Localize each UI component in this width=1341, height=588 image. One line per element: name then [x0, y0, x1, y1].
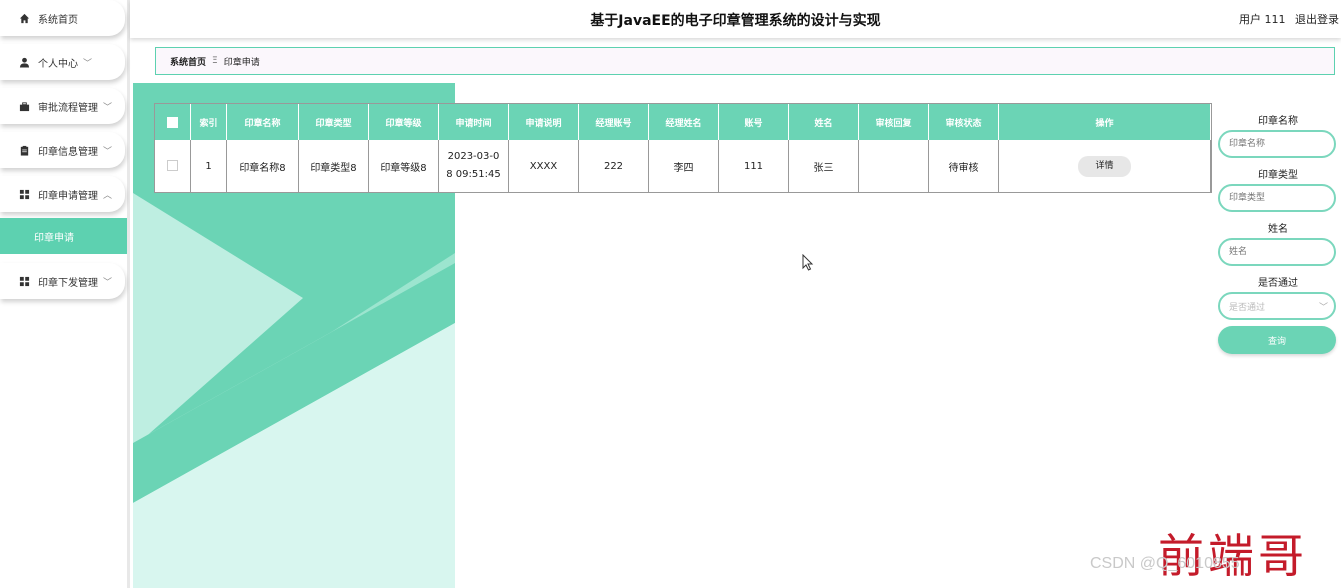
search-button[interactable]: 查询: [1218, 326, 1336, 354]
approved-select-placeholder: 是否通过: [1229, 302, 1266, 313]
cell-status: 待审核: [928, 140, 999, 192]
cell-username: 张三: [788, 140, 859, 192]
seal-type-label: 印章类型: [1258, 170, 1298, 181]
cell-account: 111: [718, 140, 789, 192]
row-select-cell[interactable]: [155, 140, 191, 192]
header: 基于JavaEE的电子印章管理系统的设计与实现 用户 111 退出登录: [130, 0, 1341, 38]
grid-icon: [18, 188, 30, 200]
user-name: 用户 111: [1239, 13, 1286, 26]
search-panel: 印章名称 印章类型 姓名 是否通过 是否通过 ﹀ 查询: [1218, 104, 1338, 354]
sidebar-item-home[interactable]: 系统首页: [0, 0, 125, 36]
logo-watermark: 前端哥: [1158, 529, 1308, 583]
cell-apply-desc: XXXX: [508, 140, 579, 192]
column-header: 经理账号: [578, 104, 649, 140]
approved-select[interactable]: 是否通过 ﹀: [1218, 292, 1336, 320]
chevron-down-icon: ﹀: [83, 58, 93, 69]
cell-seal-name: 印章名称8: [226, 140, 299, 192]
sidebar-subitem-seal-apply[interactable]: 印章申请: [0, 218, 127, 254]
column-header: 印章名称: [226, 104, 299, 140]
briefcase-icon: [18, 100, 30, 112]
sidebar-item-approval[interactable]: 审批流程管理 ﹀: [0, 88, 125, 124]
username-label: 姓名: [1268, 224, 1288, 235]
column-header: 操作: [998, 104, 1211, 140]
row-checkbox[interactable]: [167, 160, 178, 172]
cell-apply-time: 2023-03-0 8 09:51:45: [438, 140, 509, 192]
breadcrumb-current: 印章申请: [223, 57, 260, 68]
cell-seal-type: 印章类型8: [298, 140, 369, 192]
sidebar-item-label: 印章申请管理: [38, 190, 98, 202]
cell-manager-account: 222: [578, 140, 649, 192]
sidebar-item-seal-issue[interactable]: 印章下发管理 ﹀: [0, 263, 125, 299]
cell-manager-name: 李四: [648, 140, 719, 192]
logout-link[interactable]: 退出登录: [1295, 13, 1339, 26]
page-title: 基于JavaEE的电子印章管理系统的设计与实现: [590, 13, 881, 29]
approved-label: 是否通过: [1258, 278, 1298, 289]
table-row: 1 印章名称8 印章类型8 印章等级8 2023-03-0 8 09:51:45…: [155, 140, 1211, 192]
table-header-row: 索引 印章名称 印章类型 印章等级 申请时间 申请说明 经理账号 经理姓名 账号…: [155, 104, 1211, 140]
user-info: 用户 111 退出登录: [1233, 11, 1339, 27]
sidebar-subitem-label: 印章申请: [34, 232, 74, 244]
user-icon: [18, 56, 30, 68]
breadcrumb: 系统首页 Ξ 印章申请: [155, 47, 1335, 75]
chevron-down-icon: ﹀: [103, 277, 113, 288]
sidebar-item-label: 系统首页: [38, 14, 78, 26]
chevron-down-icon: ﹀: [1318, 302, 1328, 313]
cell-actions: 详情: [998, 140, 1211, 192]
column-header: 申请说明: [508, 104, 579, 140]
column-header: 经理姓名: [648, 104, 719, 140]
chevron-up-icon: ︿: [103, 190, 113, 201]
clipboard-icon: [18, 144, 30, 156]
select-all-header[interactable]: [155, 104, 191, 140]
column-header: 审核状态: [928, 104, 999, 140]
home-icon: [18, 12, 30, 24]
sidebar-item-seal-info[interactable]: 印章信息管理 ﹀: [0, 132, 125, 168]
select-all-checkbox[interactable]: [167, 116, 178, 128]
sidebar-item-profile[interactable]: 个人中心 ﹀: [0, 44, 125, 80]
column-header: 印章类型: [298, 104, 369, 140]
seal-name-input[interactable]: [1218, 130, 1336, 158]
cell-seal-level: 印章等级8: [368, 140, 439, 192]
data-table: 索引 印章名称 印章类型 印章等级 申请时间 申请说明 经理账号 经理姓名 账号…: [155, 104, 1211, 192]
breadcrumb-separator: Ξ: [212, 56, 218, 66]
column-header: 印章等级: [368, 104, 439, 140]
column-header: 账号: [718, 104, 789, 140]
column-header: 姓名: [788, 104, 859, 140]
column-header: 索引: [190, 104, 227, 140]
username-input[interactable]: [1218, 238, 1336, 266]
sidebar-item-label: 印章信息管理: [38, 146, 98, 158]
seal-type-input[interactable]: [1218, 184, 1336, 212]
cell-index: 1: [190, 140, 227, 192]
sidebar-item-seal-apply[interactable]: 印章申请管理 ︿: [0, 176, 125, 212]
grid-icon: [18, 275, 30, 287]
cell-reply: [858, 140, 929, 192]
chevron-down-icon: ﹀: [103, 146, 113, 157]
sidebar-item-label: 印章下发管理: [38, 277, 98, 289]
detail-button[interactable]: 详情: [1078, 155, 1131, 177]
sidebar: 系统首页 个人中心 ﹀ 审批流程管理 ﹀ 印章信息管理 ﹀ 印章申请管理 ︿ 印…: [0, 0, 130, 588]
csdn-watermark: CSDN @Q_6010855: [1090, 555, 1240, 572]
sidebar-item-label: 审批流程管理: [38, 102, 98, 114]
column-header: 申请时间: [438, 104, 509, 140]
mouse-cursor-icon: [802, 254, 814, 271]
seal-name-label: 印章名称: [1258, 116, 1298, 127]
column-header: 审核回复: [858, 104, 929, 140]
sidebar-item-label: 个人中心: [38, 58, 78, 70]
breadcrumb-home[interactable]: 系统首页: [170, 55, 206, 68]
chevron-down-icon: ﹀: [103, 102, 113, 113]
